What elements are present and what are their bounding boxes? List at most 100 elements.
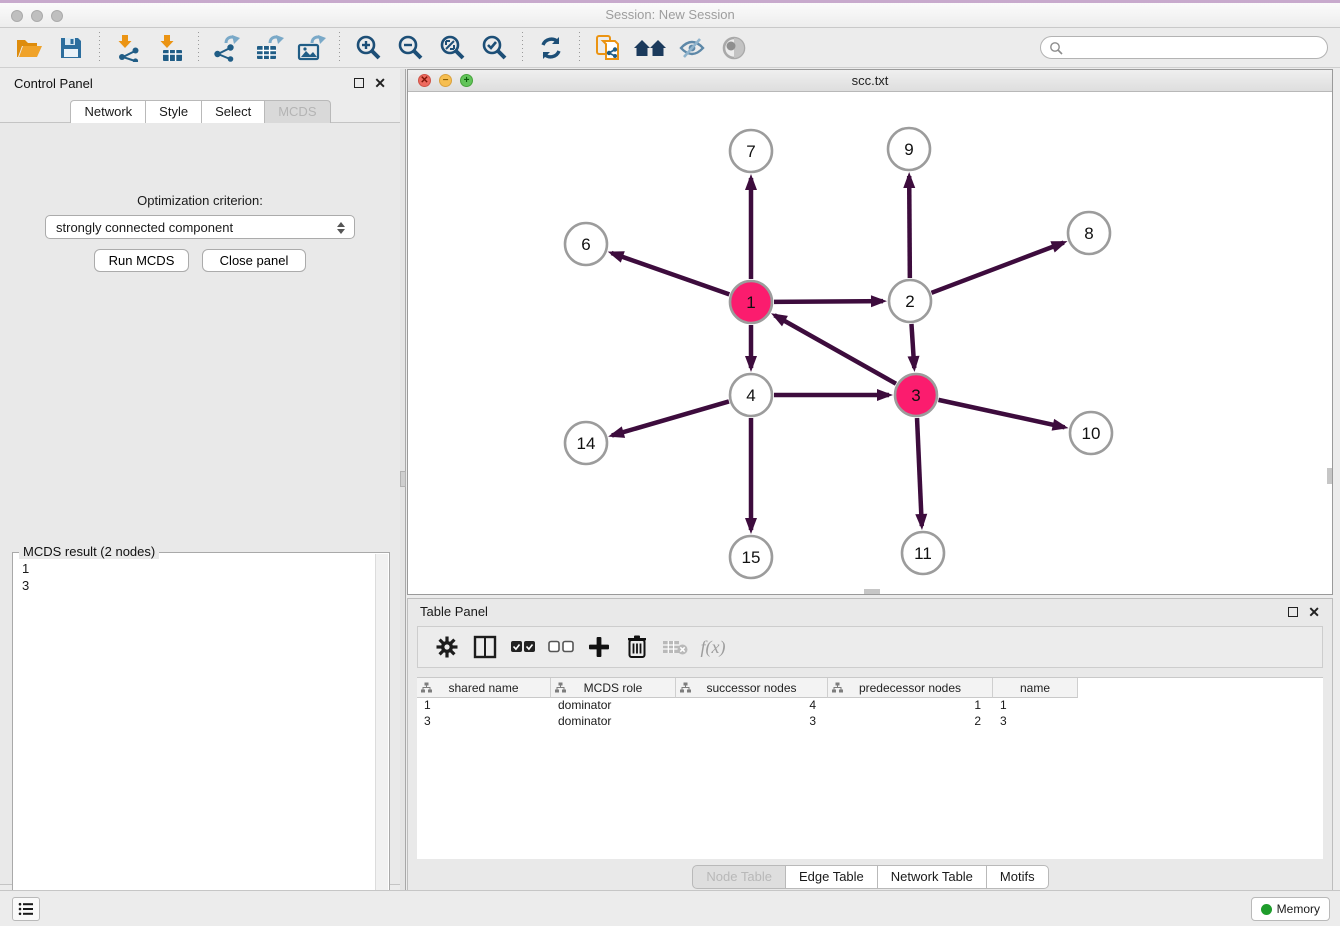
tab-motifs[interactable]: Motifs [986, 865, 1049, 889]
tab-mcds[interactable]: MCDS [264, 100, 330, 123]
network-vertical-scroll-thumb[interactable] [1327, 468, 1332, 484]
deselect-all-columns-icon[interactable] [545, 632, 577, 662]
tab-style[interactable]: Style [145, 100, 202, 123]
mcds-result-text[interactable]: 1 3 [16, 556, 373, 926]
mcds-result-group: MCDS result (2 nodes) 1 3 [12, 552, 390, 926]
edge-3-11[interactable] [917, 418, 922, 526]
memory-status-icon [1261, 904, 1272, 915]
toolbar-separator [579, 32, 580, 64]
window-title: Session: New Session [0, 7, 1340, 22]
table-float-icon[interactable] [1288, 607, 1298, 617]
node-8[interactable]: 8 [1068, 212, 1110, 254]
divider-grip[interactable] [400, 471, 406, 487]
title-bar: Session: New Session [0, 3, 1340, 28]
tab-node-table[interactable]: Node Table [692, 865, 786, 889]
svg-text:4: 4 [746, 386, 755, 405]
show-log-console-button[interactable] [12, 897, 40, 921]
criterion-select[interactable]: strongly connected component [45, 215, 355, 239]
tab-select[interactable]: Select [201, 100, 265, 123]
table-row[interactable]: 3 dominator 3 2 3 [417, 714, 1323, 730]
zoom-selected-icon[interactable] [477, 32, 511, 64]
close-panel-button[interactable]: Close panel [202, 249, 306, 272]
main-toolbar [0, 28, 1340, 68]
edge-3-1[interactable] [775, 315, 896, 383]
node-11[interactable]: 11 [902, 532, 944, 574]
table-panel: Table Panel ✕ [407, 598, 1333, 893]
column-header-predecessor-nodes[interactable]: predecessor nodes [828, 678, 993, 698]
panel-divider[interactable] [400, 69, 406, 893]
tab-network[interactable]: Network [70, 100, 146, 123]
node-9[interactable]: 9 [888, 128, 930, 170]
save-session-icon[interactable] [54, 32, 88, 64]
edge-1-6[interactable] [611, 253, 729, 294]
svg-text:14: 14 [577, 434, 596, 453]
export-table-icon[interactable] [252, 32, 286, 64]
control-panel-tabs: Network Style Select MCDS [0, 100, 400, 123]
edge-4-14[interactable] [612, 401, 729, 435]
table-settings-gear-icon[interactable] [431, 632, 463, 662]
tab-edge-table[interactable]: Edge Table [785, 865, 878, 889]
node-table: shared name MCDS role successor nodes pr… [417, 677, 1323, 859]
table-panel-title: Table Panel [420, 604, 1288, 619]
column-header-mcds-role[interactable]: MCDS role [551, 678, 676, 698]
edge-2-9[interactable] [909, 176, 910, 278]
edge-2-8[interactable] [932, 243, 1064, 293]
svg-text:11: 11 [914, 544, 932, 563]
export-network-icon[interactable] [210, 32, 244, 64]
network-canvas[interactable]: 1 2 3 4 6 7 8 9 10 11 14 15 [408, 93, 1332, 594]
column-header-shared-name[interactable]: shared name [417, 678, 551, 698]
toggle-column-pane-icon[interactable] [469, 632, 501, 662]
edge-2-3[interactable] [911, 324, 914, 368]
home-icon[interactable] [633, 32, 667, 64]
memory-button[interactable]: Memory [1251, 897, 1330, 921]
import-table-icon[interactable] [153, 32, 187, 64]
add-column-icon[interactable] [583, 632, 615, 662]
tab-network-table[interactable]: Network Table [877, 865, 987, 889]
network-window-titlebar[interactable]: ✕ − + scc.txt [408, 70, 1332, 92]
run-mcds-button[interactable]: Run MCDS [94, 249, 189, 272]
column-header-name[interactable]: name [993, 678, 1078, 698]
toolbar-separator [99, 32, 100, 64]
edge-1-2[interactable] [774, 301, 883, 302]
node-1[interactable]: 1 [730, 281, 772, 323]
select-all-columns-icon[interactable] [507, 632, 539, 662]
zoom-in-icon[interactable] [351, 32, 385, 64]
table-close-icon[interactable]: ✕ [1308, 607, 1320, 617]
export-image-icon[interactable] [294, 32, 328, 64]
table-header-row: shared name MCDS role successor nodes pr… [417, 678, 1323, 698]
memory-label: Memory [1277, 902, 1320, 916]
svg-text:7: 7 [746, 142, 755, 161]
zoom-fit-icon[interactable] [435, 32, 469, 64]
refresh-icon[interactable] [534, 32, 568, 64]
node-6[interactable]: 6 [565, 223, 607, 265]
edge-layer [611, 176, 1064, 530]
node-10[interactable]: 10 [1070, 412, 1112, 454]
node-2[interactable]: 2 [889, 280, 931, 322]
node-14[interactable]: 14 [565, 422, 607, 464]
node-4[interactable]: 4 [730, 374, 772, 416]
search-icon [1049, 41, 1063, 55]
svg-text:9: 9 [904, 140, 913, 159]
edge-3-10[interactable] [938, 400, 1064, 427]
node-7[interactable]: 7 [730, 130, 772, 172]
search-input[interactable] [1063, 38, 1327, 57]
open-session-icon[interactable] [12, 32, 46, 64]
network-document-icon[interactable] [591, 32, 625, 64]
zoom-out-icon[interactable] [393, 32, 427, 64]
import-network-icon[interactable] [111, 32, 145, 64]
hide-graphics-icon[interactable] [675, 32, 709, 64]
close-panel-icon[interactable]: ✕ [374, 78, 386, 88]
delete-table-icon[interactable] [659, 632, 691, 662]
node-15[interactable]: 15 [730, 536, 772, 578]
network-horizontal-scroll-thumb[interactable] [864, 589, 880, 594]
application-window: Session: New Session [0, 0, 1340, 926]
column-header-successor-nodes[interactable]: successor nodes [676, 678, 828, 698]
eye-icon[interactable] [717, 32, 751, 64]
delete-column-trash-icon[interactable] [621, 632, 653, 662]
node-3[interactable]: 3 [895, 374, 937, 416]
float-panel-icon[interactable] [354, 78, 364, 88]
column-type-icon [555, 682, 566, 693]
result-scrollbar[interactable] [375, 554, 388, 926]
function-builder-icon[interactable]: f(x) [697, 632, 729, 662]
table-row[interactable]: 1 dominator 4 1 1 [417, 698, 1323, 714]
